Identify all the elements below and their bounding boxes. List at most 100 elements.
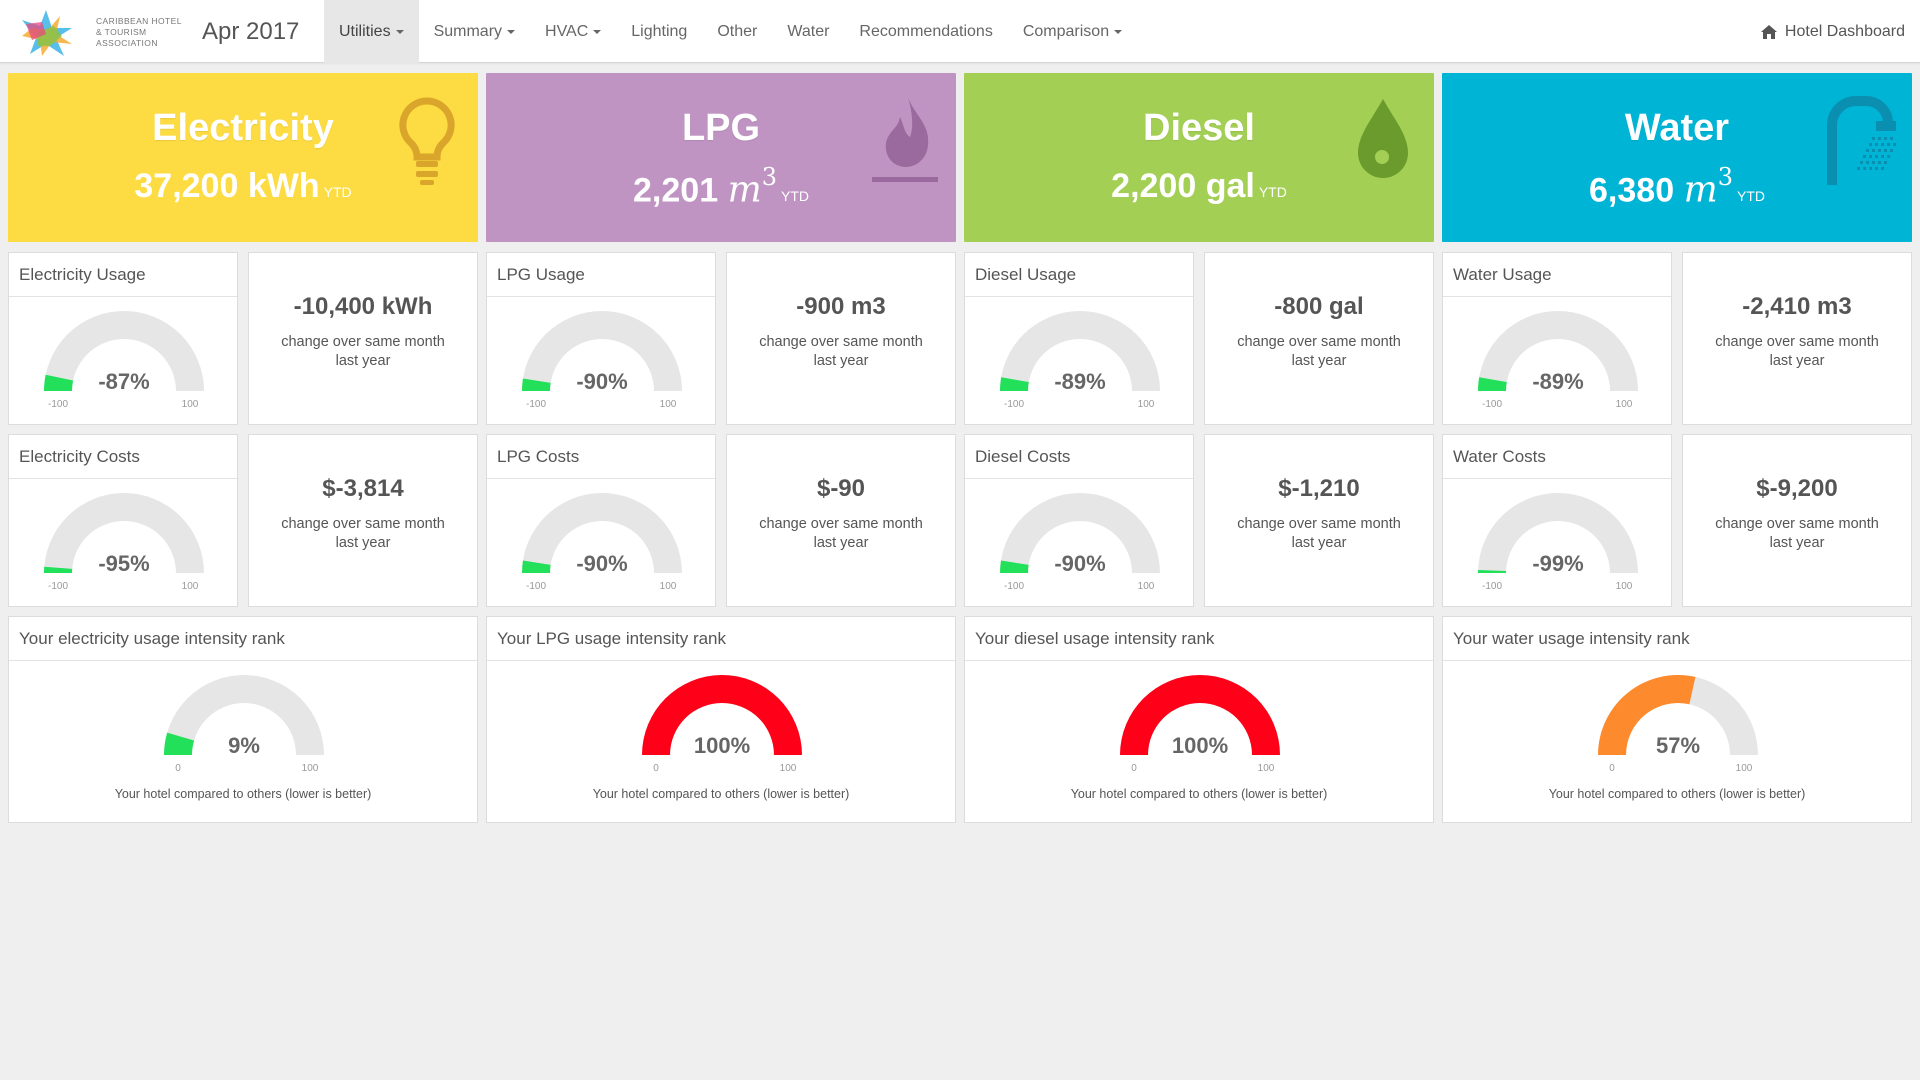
usage-change-panel: -10,400 kWh change over same month last y…	[248, 252, 478, 425]
usage-change-panel: -800 gal change over same month last year	[1204, 252, 1434, 425]
panel-title: Electricity Costs	[9, 435, 237, 479]
gauge-value: -90%	[1054, 551, 1105, 576]
change-caption: change over same month last year	[1237, 334, 1401, 369]
summary-tile-electricity: Electricity 37,200 kWh YTD	[8, 73, 478, 242]
change-caption: change over same month last year	[759, 334, 923, 369]
brand-text: CARIBBEAN HOTEL & TOURISM ASSOCIATION	[96, 15, 182, 48]
rank-gauge: 100% 0 100	[642, 675, 802, 774]
gauge-min-label: 0	[175, 763, 181, 774]
nav-comparison[interactable]: Comparison	[1008, 0, 1137, 63]
tile-ytd: YTD	[1258, 184, 1287, 200]
change-value: $-90	[816, 475, 866, 502]
tile-value-number: 6,380	[1589, 171, 1675, 210]
panel-title: Your electricity usage intensity rank	[9, 617, 477, 661]
tile-ytd: YTD	[780, 188, 809, 205]
caret-down-icon	[507, 29, 516, 34]
gauge-min-label: 0	[1131, 763, 1137, 774]
gauge-value: 100%	[694, 733, 750, 758]
lightbulb-icon	[399, 97, 455, 185]
gauge-max-label: 100	[660, 399, 677, 410]
rank-gauge: 57% 0 100	[1598, 675, 1758, 774]
rank-caption: Your hotel compared to others (lower is …	[1070, 787, 1328, 801]
tile-ytd: YTD	[1736, 188, 1765, 205]
nav-recommendations[interactable]: Recommendations	[844, 0, 1007, 63]
gauge-min-label: -100	[1482, 581, 1502, 592]
gauge-value: -89%	[1532, 369, 1583, 394]
change-caption: change over same month last year	[281, 334, 445, 369]
change-value: -10,400 kWh	[293, 293, 433, 320]
panel-title: Your water usage intensity rank	[1443, 617, 1911, 661]
nav-water[interactable]: Water	[772, 0, 844, 63]
tile-unit: m	[1683, 169, 1718, 211]
gauge-max-label: 100	[1138, 581, 1155, 592]
gauge-max-label: 100	[1616, 399, 1633, 410]
costs-gauge: -90% -100 100	[522, 493, 682, 592]
rank-gauge: 100% 0 100	[1120, 675, 1280, 774]
nav-hvac[interactable]: HVAC	[530, 0, 616, 63]
gauge-min-label: 0	[653, 763, 659, 774]
caret-down-icon	[395, 29, 404, 34]
costs-gauge-panel: LPG Costs -90% -100 100	[486, 434, 716, 607]
usage-change-panel: -2,410 m3 change over same month last yea…	[1682, 252, 1912, 425]
hotel-dashboard-link[interactable]: Hotel Dashboard	[1760, 0, 1905, 63]
change-value: $-3,814	[322, 475, 404, 502]
tile-unit-sup: 3	[1717, 163, 1733, 191]
rank-caption: Your hotel compared to others (lower is …	[592, 787, 850, 801]
costs-change-panel: $-9,200 change over same month last year	[1682, 434, 1912, 607]
droplet-icon	[1358, 99, 1408, 178]
nav-lighting[interactable]: Lighting	[616, 0, 702, 63]
gauge-min-label: -100	[1004, 399, 1024, 410]
tile-unit: m	[727, 169, 762, 211]
gauge-max-label: 100	[1138, 399, 1155, 410]
tile-ytd: YTD	[323, 184, 352, 200]
gauge-value: -87%	[98, 369, 149, 394]
gauge-min-label: 0	[1609, 763, 1615, 774]
costs-change-panel: $-3,814 change over same month last year	[248, 434, 478, 607]
nav-utilities[interactable]: Utilities	[324, 0, 419, 63]
panel-title: Electricity Usage	[9, 253, 237, 297]
home-icon	[1760, 24, 1777, 39]
panel-title: Your diesel usage intensity rank	[965, 617, 1433, 661]
change-caption: change over same month last year	[281, 516, 445, 551]
rank-panel-water: Your water usage intensity rank 57% 0 100 Yo…	[1442, 616, 1912, 823]
tile-unit-sup: 3	[761, 163, 777, 191]
gauge-min-label: -100	[526, 399, 546, 410]
change-value: -900 m3	[796, 293, 886, 320]
change-caption: change over same month last year	[1715, 516, 1879, 551]
costs-change-panel: $-90 change over same month last year	[726, 434, 956, 607]
change-value: $-9,200	[1756, 475, 1838, 502]
panel-title: Diesel Costs	[965, 435, 1193, 479]
gauge-min-label: -100	[48, 581, 68, 592]
gauge-max-label: 100	[780, 763, 797, 774]
nav-other[interactable]: Other	[702, 0, 772, 63]
panel-title: LPG Usage	[487, 253, 715, 297]
flame-icon	[872, 97, 938, 182]
costs-change-panel: $-1,210 change over same month last year	[1204, 434, 1434, 607]
summary-tile-lpg: LPG 2,201 m3YTD	[486, 73, 956, 242]
summary-tile-diesel: Diesel 2,200 gal YTD	[964, 73, 1434, 242]
tile-value-number: 37,200	[134, 167, 239, 205]
usage-gauge: -90% -100 100	[522, 311, 682, 410]
costs-gauge-panel: Diesel Costs -90% -100 100	[964, 434, 1194, 607]
change-value: -2,410 m3	[1742, 293, 1852, 320]
costs-gauge-panel: Electricity Costs -95% -100 100	[8, 434, 238, 607]
nav-summary[interactable]: Summary	[419, 0, 530, 63]
panel-title: Water Usage	[1443, 253, 1671, 297]
gauge-value: -99%	[1532, 551, 1583, 576]
gauge-max-label: 100	[1736, 763, 1753, 774]
gauge-value: -90%	[576, 369, 627, 394]
report-date: Apr 2017	[202, 18, 300, 45]
usage-gauge: -87% -100 100	[44, 311, 204, 410]
gauge-value: -89%	[1054, 369, 1105, 394]
brand[interactable]: CARIBBEAN HOTEL & TOURISM ASSOCIATION	[12, 6, 186, 58]
tile-unit: kWh	[247, 167, 320, 205]
summary-tile-water: Water 6,380 m3YTD	[1442, 73, 1912, 242]
chta-logo-icon	[22, 10, 72, 56]
panel-title: LPG Costs	[487, 435, 715, 479]
main-nav: Utilities Summary HVAC Lighting Other Wa…	[324, 0, 1137, 63]
change-caption: change over same month last year	[759, 516, 923, 551]
rank-panel-electricity: Your electricity usage intensity rank 9% 0…	[8, 616, 478, 823]
usage-gauge-panel: LPG Usage -90% -100 100	[486, 252, 716, 425]
panel-title: Diesel Usage	[965, 253, 1193, 297]
gauge-min-label: -100	[1482, 399, 1502, 410]
